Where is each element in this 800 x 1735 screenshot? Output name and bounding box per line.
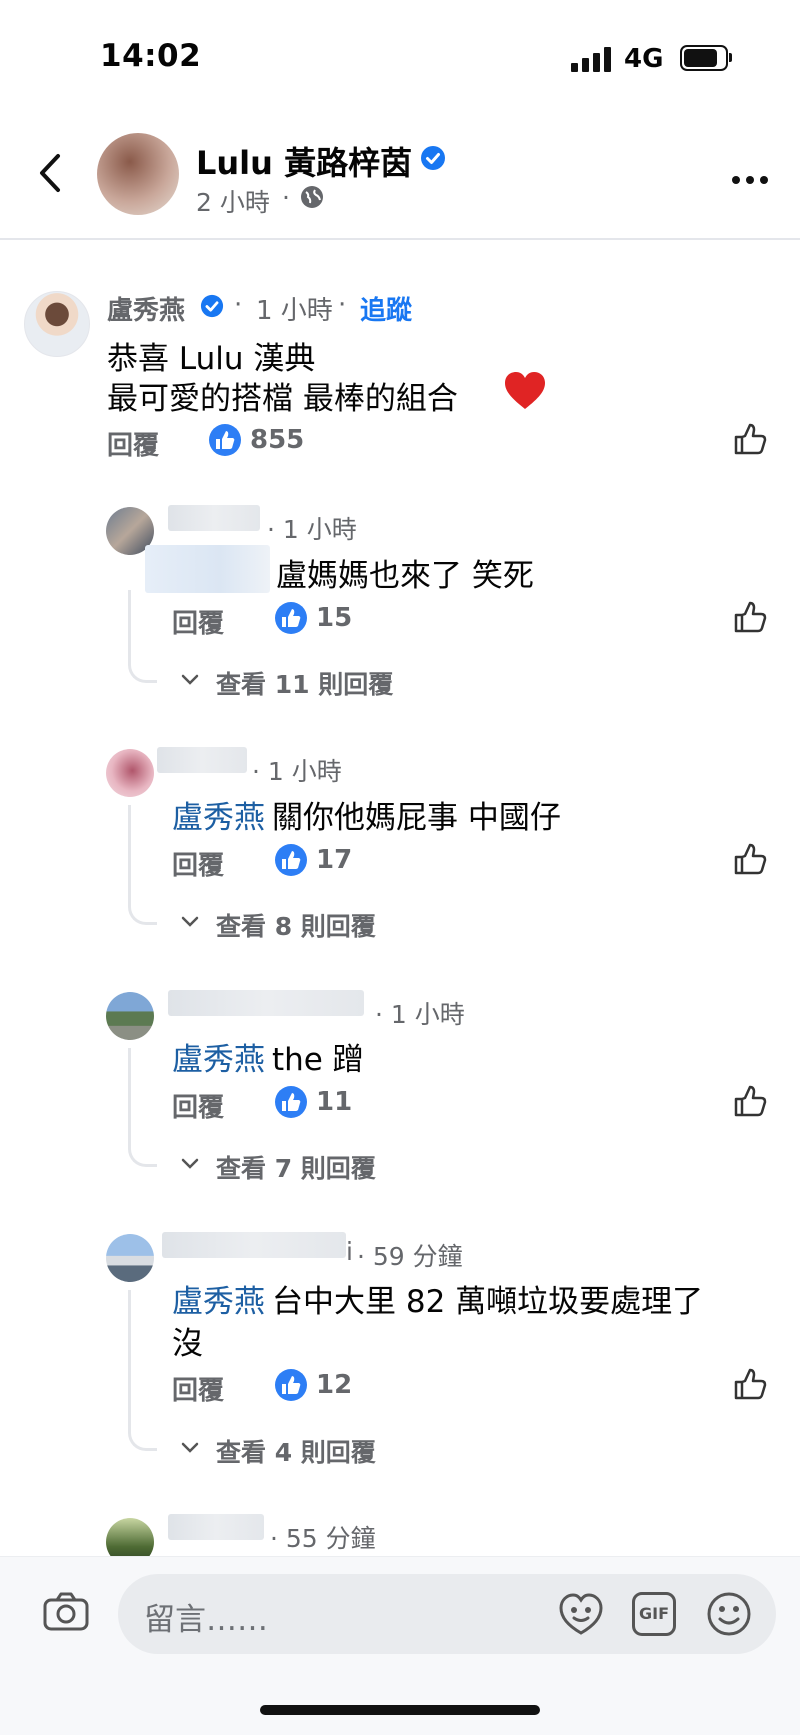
like-count: 11 xyxy=(316,1087,353,1117)
reply-time: · 1 小時 xyxy=(375,1000,465,1029)
comment-time: 1 小時 xyxy=(256,296,333,326)
home-indicator xyxy=(260,1705,540,1715)
commenter-avatar[interactable] xyxy=(106,1234,154,1282)
post-time: 2 小時 xyxy=(196,188,270,217)
like-count: 15 xyxy=(316,603,353,633)
verified-badge-icon xyxy=(200,294,224,318)
reply-button[interactable]: 回覆 xyxy=(107,425,159,462)
like-button-icon[interactable] xyxy=(733,842,767,876)
follow-button[interactable]: 追蹤 xyxy=(360,290,412,327)
avatar-sticker-icon[interactable] xyxy=(557,1592,605,1636)
heart-emoji-icon xyxy=(503,371,547,411)
like-count: 855 xyxy=(250,425,305,455)
commenter-avatar[interactable] xyxy=(24,291,90,357)
view-replies-button[interactable]: 查看 8 則回覆 xyxy=(216,907,376,943)
like-button-icon[interactable] xyxy=(733,600,767,634)
back-arrow-icon[interactable] xyxy=(30,148,70,198)
view-replies-button[interactable]: 查看 4 則回覆 xyxy=(216,1433,376,1469)
reply-time: · 55 分鐘 xyxy=(270,1524,376,1553)
mention-link[interactable]: 盧秀燕 xyxy=(172,1276,265,1321)
redacted-name xyxy=(168,990,364,1016)
gif-label: GIF xyxy=(638,1604,669,1623)
status-time: 14:02 xyxy=(100,38,202,74)
reply-time: · 59 分鐘 xyxy=(357,1242,463,1271)
gif-icon[interactable]: GIF xyxy=(632,1592,676,1636)
like-reaction-icon xyxy=(275,844,307,876)
reply-time: · 1 小時 xyxy=(267,515,357,544)
view-replies-button[interactable]: 查看 7 則回覆 xyxy=(216,1149,376,1185)
like-reaction-icon xyxy=(209,424,241,456)
more-options-icon[interactable] xyxy=(730,170,770,184)
like-reaction-icon xyxy=(275,1369,307,1401)
reply-text: the 蹭 xyxy=(272,1042,364,1078)
thread-connector xyxy=(128,590,157,683)
reply-button[interactable]: 回覆 xyxy=(172,1370,224,1407)
chevron-down-icon[interactable] xyxy=(180,914,200,928)
like-reaction-icon xyxy=(275,602,307,634)
comment-placeholder: 留言…… xyxy=(144,1602,268,1638)
like-button-icon[interactable] xyxy=(733,1367,767,1401)
chevron-down-icon[interactable] xyxy=(180,1156,200,1170)
view-replies-button[interactable]: 查看 11 則回覆 xyxy=(216,665,393,701)
post-time-separator: · xyxy=(282,183,290,212)
network-type: 4G xyxy=(624,44,664,74)
post-author-name[interactable]: Lulu 黃路梓茵 xyxy=(196,138,412,184)
verified-badge-icon xyxy=(420,145,446,171)
globe-icon xyxy=(300,185,324,209)
reply-text-line-2: 沒 xyxy=(172,1326,203,1362)
reply-text: 關你他媽屁事 中國仔 xyxy=(272,800,561,836)
dot-separator: · xyxy=(234,290,243,320)
reply-button[interactable]: 回覆 xyxy=(172,845,224,882)
reply-name-tail: i xyxy=(346,1237,353,1266)
camera-icon[interactable] xyxy=(42,1592,90,1632)
reply-button[interactable]: 回覆 xyxy=(172,603,224,640)
redacted-name xyxy=(162,1232,346,1258)
comment-input[interactable]: 留言…… xyxy=(118,1574,776,1654)
mention-link[interactable]: 盧秀燕 xyxy=(172,792,265,837)
reply-time: · 1 小時 xyxy=(252,757,342,786)
like-button-icon[interactable] xyxy=(733,422,767,456)
post-author-avatar[interactable] xyxy=(97,133,179,215)
comment-text-line-2: 最可愛的搭檔 最棒的組合 xyxy=(107,381,458,417)
emoji-icon[interactable] xyxy=(705,1590,753,1638)
chevron-down-icon[interactable] xyxy=(180,1440,200,1454)
signal-icon xyxy=(571,46,611,72)
comment-text-line-1: 恭喜 Lulu 漢典 xyxy=(107,341,316,377)
like-count: 17 xyxy=(316,845,353,875)
battery-icon xyxy=(680,45,732,71)
mention-link[interactable]: 盧秀燕 xyxy=(172,1034,265,1079)
chevron-down-icon[interactable] xyxy=(180,672,200,686)
reply-button[interactable]: 回覆 xyxy=(172,1087,224,1124)
redacted-mention xyxy=(145,545,270,593)
reply-text: 台中大里 82 萬噸垃圾要處理了 xyxy=(272,1284,704,1320)
commenter-name[interactable]: 盧秀燕 xyxy=(107,290,185,327)
header-divider xyxy=(0,238,800,240)
redacted-name xyxy=(157,747,247,773)
redacted-name xyxy=(168,505,260,531)
thread-connector xyxy=(128,1048,157,1167)
redacted-name xyxy=(168,1514,264,1540)
thread-connector xyxy=(128,805,157,925)
commenter-avatar[interactable] xyxy=(106,749,154,797)
commenter-avatar[interactable] xyxy=(106,992,154,1040)
like-count: 12 xyxy=(316,1370,353,1400)
dot-separator: · xyxy=(338,290,347,320)
like-reaction-icon xyxy=(275,1086,307,1118)
like-button-icon[interactable] xyxy=(733,1084,767,1118)
thread-connector xyxy=(128,1290,157,1451)
reply-text: 盧媽媽也來了 笑死 xyxy=(276,558,534,594)
